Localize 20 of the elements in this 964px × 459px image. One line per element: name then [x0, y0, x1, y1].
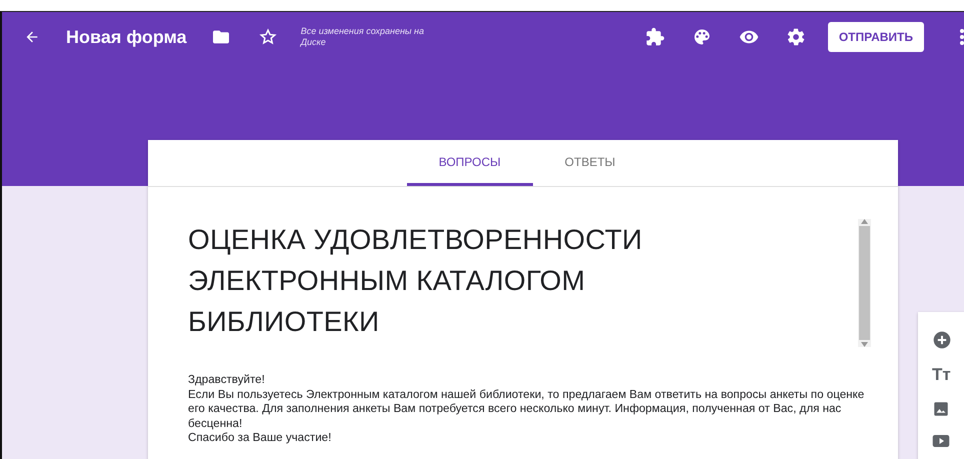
star-icon[interactable]: [258, 28, 277, 46]
send-button[interactable]: ОТПРАВИТЬ: [828, 22, 924, 52]
form-title[interactable]: Новая форма: [66, 26, 187, 48]
form-tab[interactable]: ОТВЕТЫ: [532, 140, 648, 186]
settings-icon[interactable]: [786, 27, 806, 47]
form-description: Спасибо за Ваше участие!: [188, 431, 332, 446]
form-tab[interactable]: ВОПРОСЫ: [406, 140, 533, 186]
form-title-field[interactable]: ОЦЕНКА УДОВЛЕТВОРЕННОСТИ ЭЛЕКТРОННЫМ КАТАЛОГОМ БИБЛИОТЕКИ: [188, 219, 748, 347]
title-text-icon[interactable]: Тт: [932, 366, 951, 384]
image-icon[interactable]: [932, 400, 950, 418]
back-arrow-icon[interactable]: [24, 29, 40, 45]
add-circle-icon[interactable]: [932, 330, 952, 350]
folder-icon[interactable]: [210, 29, 231, 45]
form-description: Если Вы пользуетесь Электронным каталогом нашей библиотеки, то предлагаем Вам ответить на вопросы анкеты по оценке его качества. Для заполнения анкеты Вам потребуется всего несколько минут. Информация, полученная от Вас, для нас бесценна!: [188, 388, 866, 431]
save-status: Все изменения сохранены на Диске: [300, 26, 426, 48]
puzzle-piece-icon[interactable]: [644, 27, 665, 47]
video-icon[interactable]: [932, 434, 950, 448]
form-description: Здравствуйте!: [188, 373, 266, 388]
palette-icon[interactable]: [692, 27, 712, 47]
more-menu-icon[interactable]: [960, 29, 964, 45]
